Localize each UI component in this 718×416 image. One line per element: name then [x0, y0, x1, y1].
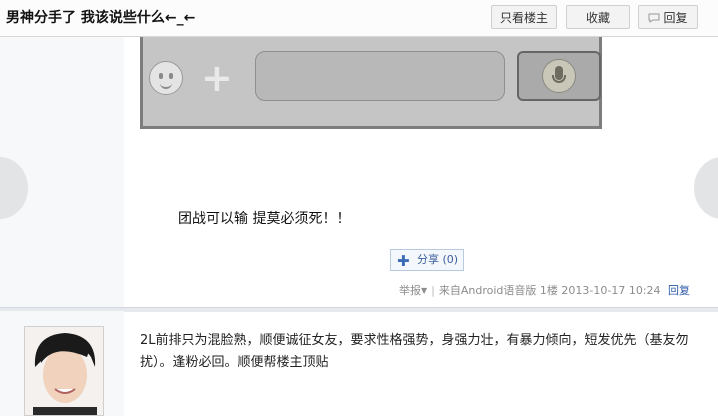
thread-header: 男神分手了 我该说些什么←_← 只看楼主 收藏 回复 [0, 0, 718, 37]
share-button[interactable]: ✚ 分享 (0) [390, 249, 464, 271]
floor-number: 1楼 [539, 284, 558, 297]
avatar-image [25, 327, 103, 415]
smiley-icon [149, 61, 183, 95]
avatar[interactable] [24, 326, 104, 416]
caret-down-icon: ▼ [421, 286, 428, 295]
voice-button-image [517, 51, 601, 101]
reply-button-label: 回复 [663, 11, 688, 25]
microphone-icon [542, 59, 576, 93]
plus-icon: + [201, 56, 233, 100]
thread-title: 男神分手了 我该说些什么←_← [6, 10, 196, 26]
post-source: 来自Android语音版 [438, 284, 537, 297]
only-op-button[interactable]: 只看楼主 [491, 5, 557, 29]
share-count: (0) [442, 253, 459, 266]
embedded-screenshot: + [140, 37, 602, 129]
post-content: 团战可以输 提莫必须死！！ [178, 211, 351, 227]
post-reply-link[interactable]: 回复 [668, 284, 690, 297]
post-datetime: 2013-10-17 10:24 [561, 284, 661, 297]
report-link[interactable]: 举报 [399, 284, 421, 297]
reply-bubble-icon [648, 13, 660, 23]
share-plus-icon: ✚ [397, 252, 410, 270]
share-label: 分享 [417, 253, 439, 266]
post-meta: 举报▼ | 来自Android语音版 1楼 2013-10-17 10:24 回复 [399, 284, 691, 297]
reply-button[interactable]: 回复 [638, 5, 698, 29]
favorite-button[interactable]: 收藏 [566, 5, 630, 29]
message-input-image [255, 51, 505, 101]
reply-content: 2L前排只为混脸熟，顺便诚征女友，要求性格强势，身强力壮，有暴力倾向，短发优先（… [140, 333, 689, 370]
